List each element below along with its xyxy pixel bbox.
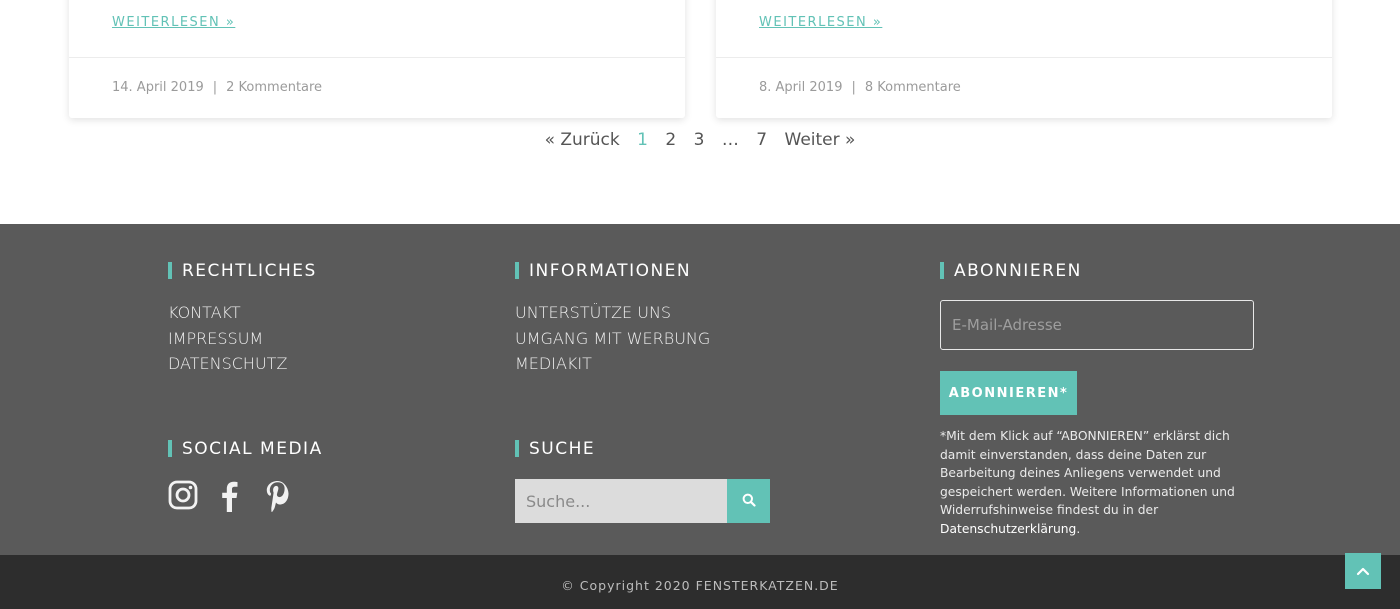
meta-separator: |: [851, 80, 856, 95]
footer-link-mediakit[interactable]: MEDIAKIT: [515, 351, 710, 377]
facebook-icon[interactable]: [218, 480, 240, 512]
email-field[interactable]: [940, 300, 1254, 350]
legal-heading: RECHTLICHES: [168, 262, 317, 280]
instagram-icon[interactable]: [168, 480, 198, 512]
search-input[interactable]: [515, 479, 727, 523]
copyright-bar: © Copyright 2020 FENSTERKATZEN.DE: [0, 555, 1400, 609]
scroll-to-top-button[interactable]: [1345, 553, 1381, 589]
pagination-page[interactable]: 2: [665, 130, 676, 150]
meta-separator: |: [212, 80, 218, 95]
footer-link-support[interactable]: UNTERSTÜTZE UNS: [515, 300, 710, 326]
post-card: WEITERLESEN » 8. April 2019 | 8 Kommentare: [716, 0, 1332, 118]
pagination-page[interactable]: 7: [756, 130, 767, 150]
post-date: 8. April 2019: [759, 80, 843, 95]
footer-link-kontakt[interactable]: KONTAKT: [168, 300, 287, 326]
subscribe-button[interactable]: ABONNIEREN*: [940, 371, 1077, 415]
social-icons: [168, 480, 290, 512]
card-divider: [69, 57, 685, 58]
read-more-link[interactable]: WEITERLESEN »: [112, 15, 235, 30]
info-heading: INFORMATIONEN: [515, 262, 691, 280]
pagination-page-current: 1: [637, 130, 648, 150]
post-meta: 14. April 2019 | 2 Kommentare: [112, 80, 322, 95]
comments-link[interactable]: 2 Kommentare: [226, 80, 322, 95]
info-links: UNTERSTÜTZE UNS UMGANG MIT WERBUNG MEDIA…: [515, 300, 710, 377]
footer-link-datenschutz[interactable]: DATENSCHUTZ: [168, 351, 287, 377]
footer-link-advertising[interactable]: UMGANG MIT WERBUNG: [515, 326, 710, 352]
search-heading: SUCHE: [515, 440, 595, 458]
notice-text: *Mit dem Klick auf “ABONNIEREN” erklärst…: [940, 429, 1235, 517]
social-heading: SOCIAL MEDIA: [168, 440, 323, 458]
pinterest-icon[interactable]: [264, 480, 290, 512]
read-more-link[interactable]: WEITERLESEN »: [759, 15, 882, 30]
card-divider: [716, 57, 1332, 58]
legal-links: KONTAKT IMPRESSUM DATENSCHUTZ: [168, 300, 287, 377]
pagination-prev[interactable]: « Zurück: [545, 130, 620, 150]
search-form: [515, 479, 770, 523]
footer-link-impressum[interactable]: IMPRESSUM: [168, 326, 287, 352]
post-meta: 8. April 2019 | 8 Kommentare: [759, 80, 961, 95]
notice-end: .: [1076, 521, 1081, 536]
search-icon: [742, 493, 756, 510]
pagination-ellipsis: …: [721, 130, 739, 150]
pagination-next[interactable]: Weiter »: [785, 130, 856, 150]
footer: RECHTLICHES KONTAKT IMPRESSUM DATENSCHUT…: [0, 224, 1400, 555]
chevron-up-icon: [1356, 564, 1370, 579]
post-card: WEITERLESEN » 14. April 2019 | 2 Kommentar…: [69, 0, 685, 118]
privacy-policy-link[interactable]: Datenschutzerklärung: [940, 522, 1076, 536]
post-date: 14. April 2019: [112, 80, 204, 95]
comments-link[interactable]: 8 Kommentare: [865, 80, 961, 95]
subscribe-heading: ABONNIEREN: [940, 262, 1082, 280]
pagination-page[interactable]: 3: [694, 130, 705, 150]
copyright-text: © Copyright 2020 FENSTERKATZEN.DE: [561, 578, 839, 593]
subscribe-notice: *Mit dem Klick auf “ABONNIEREN” erklärst…: [940, 427, 1260, 538]
pagination: « Zurück 1 2 3 … 7 Weiter »: [0, 130, 1400, 150]
search-button[interactable]: [727, 479, 770, 523]
